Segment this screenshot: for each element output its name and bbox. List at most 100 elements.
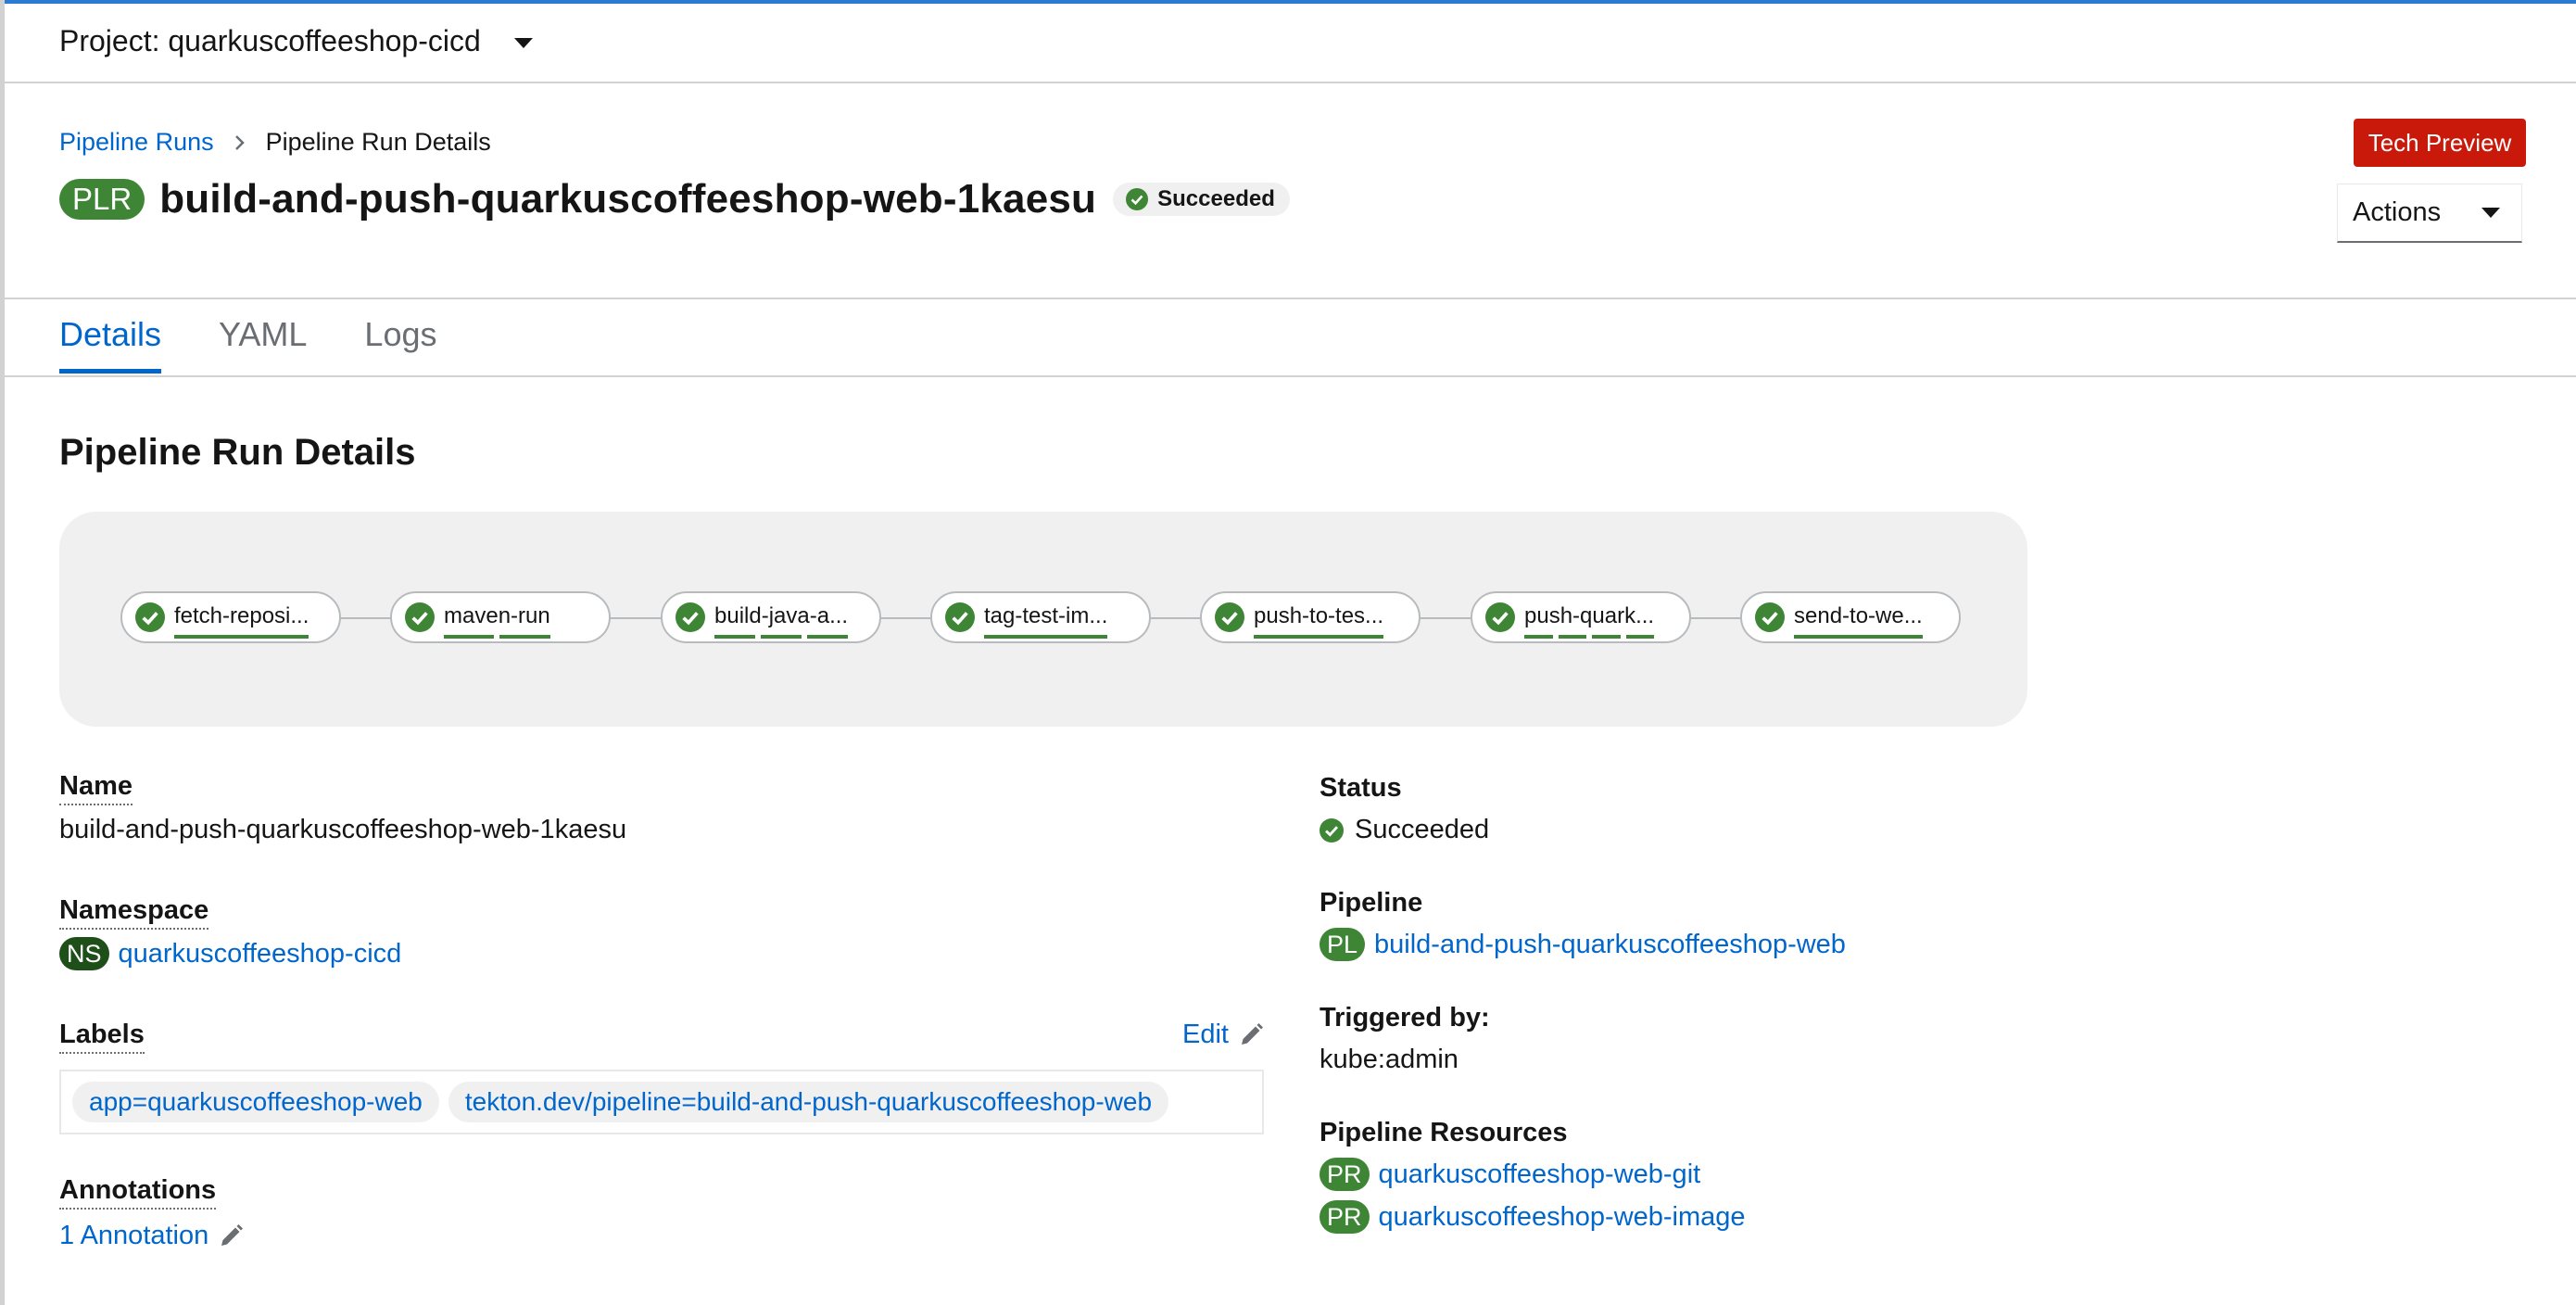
pl-badge: PL (1320, 928, 1366, 961)
pipeline-task-name: build-java-a... (714, 603, 849, 639)
pipeline-task-name: send-to-we... (1794, 603, 1923, 639)
task-step-progress (174, 635, 309, 639)
project-selector-label: Project: quarkuscoffeeshop-cicd (59, 24, 481, 57)
namespace-field: Namespace NS quarkuscoffeeshop-cicd (59, 895, 401, 970)
task-step-progress (1524, 635, 1655, 639)
page-title: build-and-push-quarkuscoffeeshop-web-1ka… (159, 176, 1097, 222)
check-circle-icon (1485, 602, 1515, 632)
plr-badge: PLR (59, 179, 145, 220)
pipeline-task-node[interactable]: push-quark... (1471, 591, 1691, 643)
status-label: Status (1320, 773, 1402, 803)
check-circle-icon (676, 602, 705, 632)
triggered-by-value: kube:admin (1320, 1045, 1458, 1074)
pipeline-resource-link[interactable]: quarkuscoffeeshop-web-image (1379, 1202, 1746, 1233)
task-step-progress (714, 635, 849, 639)
pipeline-task-node[interactable]: fetch-reposi... (120, 591, 341, 643)
task-step-progress (1794, 635, 1923, 639)
pipeline-task-name: fetch-reposi... (174, 603, 309, 639)
edit-labels-label: Edit (1182, 1020, 1229, 1049)
status-badge-label: Succeeded (1157, 186, 1275, 211)
triggered-by-field: Triggered by: kube:admin (1320, 1003, 1490, 1075)
labels-label: Labels (59, 1020, 145, 1054)
check-circle-icon (405, 602, 435, 632)
actions-dropdown-label: Actions (2353, 197, 2442, 227)
pipeline-resource-item: PR quarkuscoffeeshop-web-image (1320, 1200, 1746, 1234)
pencil-icon (221, 1223, 244, 1246)
pipeline-resource-link[interactable]: quarkuscoffeeshop-web-git (1379, 1159, 1701, 1190)
pipeline-task-node[interactable]: push-to-tes... (1200, 591, 1421, 643)
check-circle-icon (1755, 602, 1785, 632)
label-chip[interactable]: tekton.dev/pipeline=build-and-push-quark… (448, 1082, 1169, 1122)
pipeline-task-node[interactable]: build-java-a... (661, 591, 881, 643)
ns-badge: NS (59, 937, 109, 970)
task-step-bar (1592, 635, 1621, 639)
task-step-bar (1254, 635, 1384, 639)
task-step-bar (761, 635, 802, 639)
labels-list: app=quarkuscoffeeshop-web tekton.dev/pip… (59, 1070, 1264, 1134)
header-divider (5, 298, 2576, 299)
status-field: Status Succeeded (1320, 773, 1489, 845)
task-step-bar (1558, 635, 1587, 639)
task-step-progress (1254, 635, 1384, 639)
pipeline-task-name: tag-test-im... (984, 603, 1108, 639)
pipeline-task-node[interactable]: maven-run (390, 591, 611, 643)
check-circle-icon (1320, 817, 1344, 843)
pencil-icon (1241, 1022, 1263, 1045)
edit-labels-button[interactable]: Edit (1182, 1020, 1264, 1050)
pipeline-task-name: push-to-tes... (1254, 603, 1384, 639)
status-value: Succeeded (1355, 815, 1490, 844)
check-circle-icon (1126, 188, 1149, 210)
tab-details[interactable]: Details (59, 315, 162, 374)
pipeline-resources-field: Pipeline Resources PR quarkuscoffeeshop-… (1320, 1118, 1746, 1234)
caret-down-icon (513, 38, 533, 48)
tabs-divider (5, 375, 2576, 377)
check-circle-icon (945, 602, 975, 632)
breadcrumb-current: Pipeline Run Details (265, 128, 491, 156)
task-step-bar (984, 635, 1108, 639)
check-circle-icon (1215, 602, 1244, 632)
pipeline-task-node[interactable]: tag-test-im... (930, 591, 1151, 643)
caret-down-icon (2481, 208, 2501, 218)
task-step-progress (444, 635, 550, 639)
status-badge: Succeeded (1113, 183, 1290, 216)
labels-field: Labels (59, 1020, 145, 1054)
namespace-link[interactable]: quarkuscoffeeshop-cicd (119, 939, 402, 969)
pipeline-resource-item: PR quarkuscoffeeshop-web-git (1320, 1158, 1746, 1191)
task-step-bar (174, 635, 309, 639)
annotations-link: 1 Annotation (59, 1221, 209, 1250)
pipeline-link[interactable]: build-and-push-quarkuscoffeeshop-web (1374, 930, 1846, 960)
pipeline-visualization: fetch-reposi... maven-run build-java-a... t… (59, 512, 2027, 727)
annotations-edit-link[interactable]: 1 Annotation (59, 1221, 244, 1251)
pr-badge: PR (1320, 1158, 1370, 1191)
namespace-label: Namespace (59, 895, 209, 930)
pipeline-resources-label: Pipeline Resources (1320, 1118, 1568, 1147)
pr-badge: PR (1320, 1200, 1370, 1234)
pipeline-task-name: maven-run (444, 603, 550, 639)
pipeline-task-name: push-quark... (1524, 603, 1654, 639)
label-chip[interactable]: app=quarkuscoffeeshop-web (72, 1082, 439, 1122)
pipeline-field: Pipeline PL build-and-push-quarkuscoffee… (1320, 888, 1846, 961)
actions-dropdown[interactable]: Actions (2337, 184, 2522, 243)
tech-preview-badge: Tech Preview (2354, 119, 2526, 167)
project-bar: Project: quarkuscoffeeshop-cicd (5, 4, 2576, 83)
project-selector[interactable]: Project: quarkuscoffeeshop-cicd (59, 24, 533, 58)
breadcrumb-pipeline-runs-link[interactable]: Pipeline Runs (59, 128, 214, 157)
tab-logs[interactable]: Logs (364, 315, 436, 371)
annotations-field: Annotations 1 Annotation (59, 1175, 244, 1251)
pipeline-task-node[interactable]: send-to-we... (1740, 591, 1961, 643)
task-step-bar (1794, 635, 1923, 639)
name-field: Name build-and-push-quarkuscoffeeshop-we… (59, 771, 626, 845)
triggered-by-label: Triggered by: (1320, 1003, 1490, 1033)
task-step-progress (984, 635, 1108, 639)
tab-bar: Details YAML Logs (59, 315, 495, 374)
task-step-bar (1524, 635, 1553, 639)
check-circle-icon (135, 602, 165, 632)
name-label: Name (59, 771, 133, 805)
name-value: build-and-push-quarkuscoffeeshop-web-1ka… (59, 815, 627, 844)
section-title: Pipeline Run Details (59, 432, 416, 473)
tab-yaml[interactable]: YAML (219, 315, 307, 371)
breadcrumb: Pipeline Runs Pipeline Run Details (59, 128, 491, 157)
task-step-bar (807, 635, 849, 639)
task-step-bar (444, 635, 495, 639)
chevron-right-icon (234, 134, 246, 151)
